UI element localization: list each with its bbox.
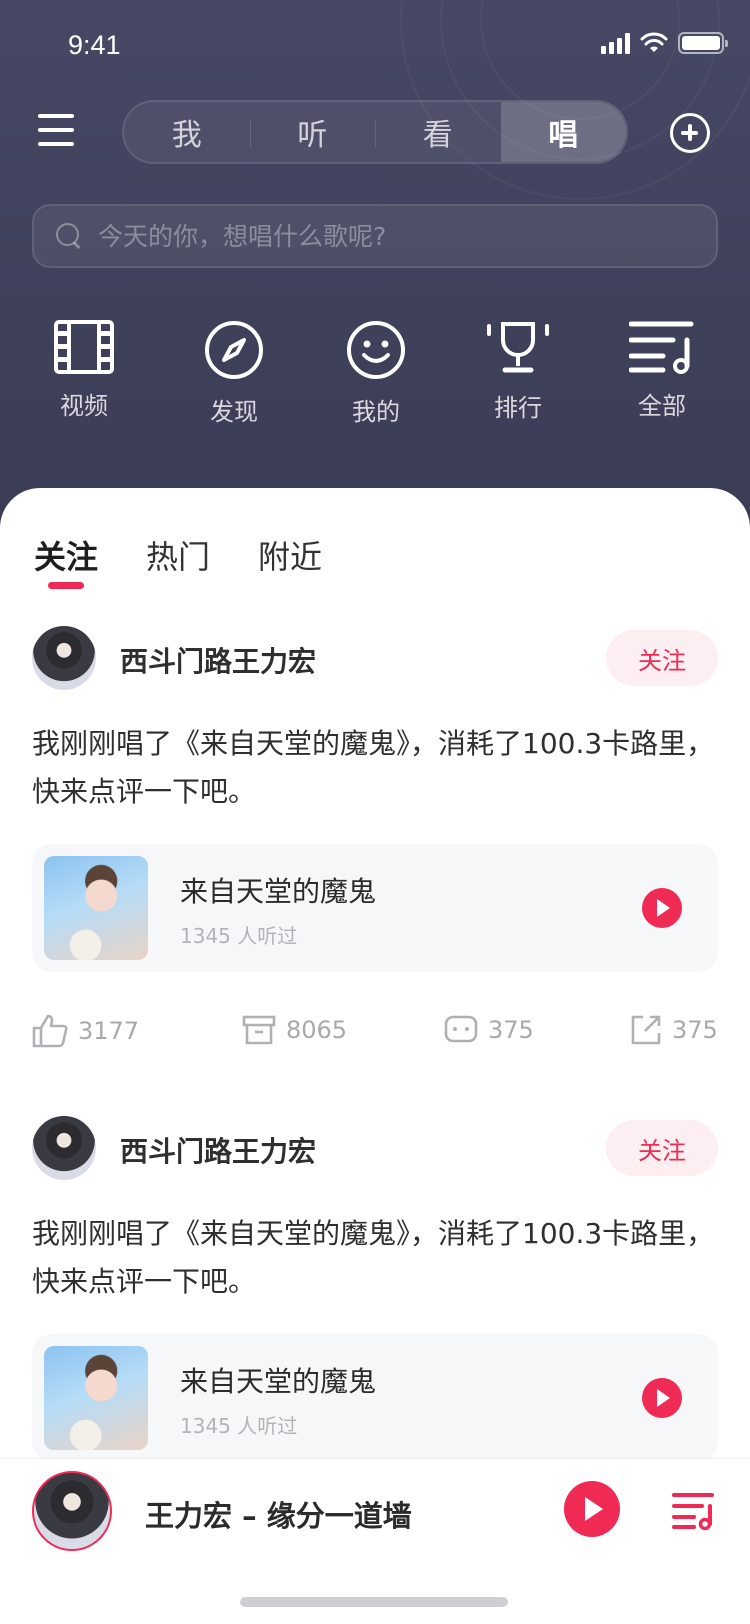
share-count: 375 <box>672 1016 718 1044</box>
tab-hot[interactable]: 热门 <box>146 532 210 578</box>
status-time: 9:41 <box>68 30 121 60</box>
category-label: 排行 <box>494 394 542 422</box>
song-card[interactable]: 来自天堂的魔鬼 1345 人听过 <box>32 844 718 972</box>
category-label: 我的 <box>352 398 400 426</box>
avatar[interactable] <box>32 1116 96 1180</box>
song-cover <box>44 856 148 960</box>
film-icon <box>54 320 114 374</box>
battery-icon <box>678 32 728 54</box>
segment-me[interactable]: 我 <box>124 102 250 162</box>
category-ranking[interactable]: 排行 <box>458 320 578 423</box>
header-background <box>0 0 750 540</box>
save-count: 8065 <box>286 1016 348 1044</box>
song-listen-count: 1345 人听过 <box>180 1414 298 1438</box>
feed-sheet: 关注 热门 附近 西斗门路王力宏 关注 我刚刚唱了《来自天堂的魔鬼》，消耗了10… <box>0 488 750 1624</box>
tab-following[interactable]: 关注 <box>34 532 98 589</box>
wifi-icon <box>640 32 668 52</box>
now-playing-title[interactable]: 王力宏 – 缘分一道墙 <box>145 1493 412 1535</box>
song-title: 来自天堂的魔鬼 <box>180 1365 377 1398</box>
compass-icon <box>205 321 263 379</box>
follow-button[interactable]: 关注 <box>606 630 718 686</box>
menu-icon[interactable] <box>38 114 74 146</box>
save-button[interactable]: 8065 <box>242 1014 347 1046</box>
song-play-button[interactable] <box>642 888 682 928</box>
archive-icon <box>242 1015 276 1045</box>
player-play-button[interactable] <box>564 1481 620 1537</box>
search-bar <box>32 204 718 268</box>
category-mine[interactable]: 我的 <box>316 320 436 427</box>
thumbs-up-icon <box>32 1014 68 1048</box>
feed-post: 西斗门路王力宏 关注 我刚刚唱了《来自天堂的魔鬼》，消耗了100.3卡路里，快来… <box>0 626 750 1086</box>
category-video[interactable]: 视频 <box>24 320 144 421</box>
comment-count: 375 <box>488 1016 534 1044</box>
share-icon <box>631 1015 661 1045</box>
song-play-button[interactable] <box>642 1378 682 1418</box>
signal-icon <box>601 32 630 54</box>
username[interactable]: 西斗门路王力宏 <box>120 640 316 680</box>
like-button[interactable]: 3177 <box>32 1014 139 1048</box>
smiley-icon <box>347 321 405 379</box>
category-all[interactable]: 全部 <box>602 320 722 421</box>
comment-icon <box>444 1015 478 1043</box>
trophy-icon <box>487 322 549 373</box>
segment-sing[interactable]: 唱 <box>500 102 626 162</box>
song-card[interactable]: 来自天堂的魔鬼 1345 人听过 <box>32 1334 718 1462</box>
category-label: 全部 <box>638 392 686 420</box>
category-label: 发现 <box>210 398 258 426</box>
post-content: 我刚刚唱了《来自天堂的魔鬼》，消耗了100.3卡路里，快来点评一下吧。 <box>32 1217 715 1298</box>
mode-segmented-control: 我 听 看 唱 <box>122 100 628 164</box>
song-title: 来自天堂的魔鬼 <box>180 875 377 908</box>
add-circle-icon[interactable] <box>670 113 710 153</box>
feed-tabs: 关注 热门 附近 <box>34 532 322 589</box>
comment-button[interactable]: 375 <box>444 1014 534 1046</box>
avatar[interactable] <box>32 626 96 690</box>
post-actions: 3177 8065 375 375 <box>0 1014 750 1054</box>
playlist-icon <box>629 321 694 374</box>
song-listen-count: 1345 人听过 <box>180 924 298 948</box>
playlist-icon[interactable] <box>672 1491 716 1531</box>
song-cover <box>44 1346 148 1450</box>
follow-button[interactable]: 关注 <box>606 1120 718 1176</box>
now-playing-avatar[interactable] <box>32 1471 112 1551</box>
search-icon <box>56 223 82 249</box>
post-content: 我刚刚唱了《来自天堂的魔鬼》，消耗了100.3卡路里，快来点评一下吧。 <box>32 727 715 808</box>
mini-player[interactable]: 王力宏 – 缘分一道墙 <box>0 1458 750 1624</box>
home-indicator <box>240 1597 508 1607</box>
category-row: 视频 发现 我的 排行 全部 <box>0 320 750 430</box>
segment-listen[interactable]: 听 <box>249 102 376 162</box>
status-icons <box>601 32 728 54</box>
category-label: 视频 <box>60 392 108 420</box>
search-input[interactable] <box>98 221 698 251</box>
like-count: 3177 <box>78 1017 140 1045</box>
share-button[interactable]: 375 <box>630 1014 718 1046</box>
tab-nearby[interactable]: 附近 <box>258 532 322 578</box>
category-discover[interactable]: 发现 <box>174 320 294 427</box>
username[interactable]: 西斗门路王力宏 <box>120 1130 316 1170</box>
segment-watch[interactable]: 看 <box>375 102 501 162</box>
feed-post: 西斗门路王力宏 关注 我刚刚唱了《来自天堂的魔鬼》，消耗了100.3卡路里，快来… <box>0 1116 750 1496</box>
